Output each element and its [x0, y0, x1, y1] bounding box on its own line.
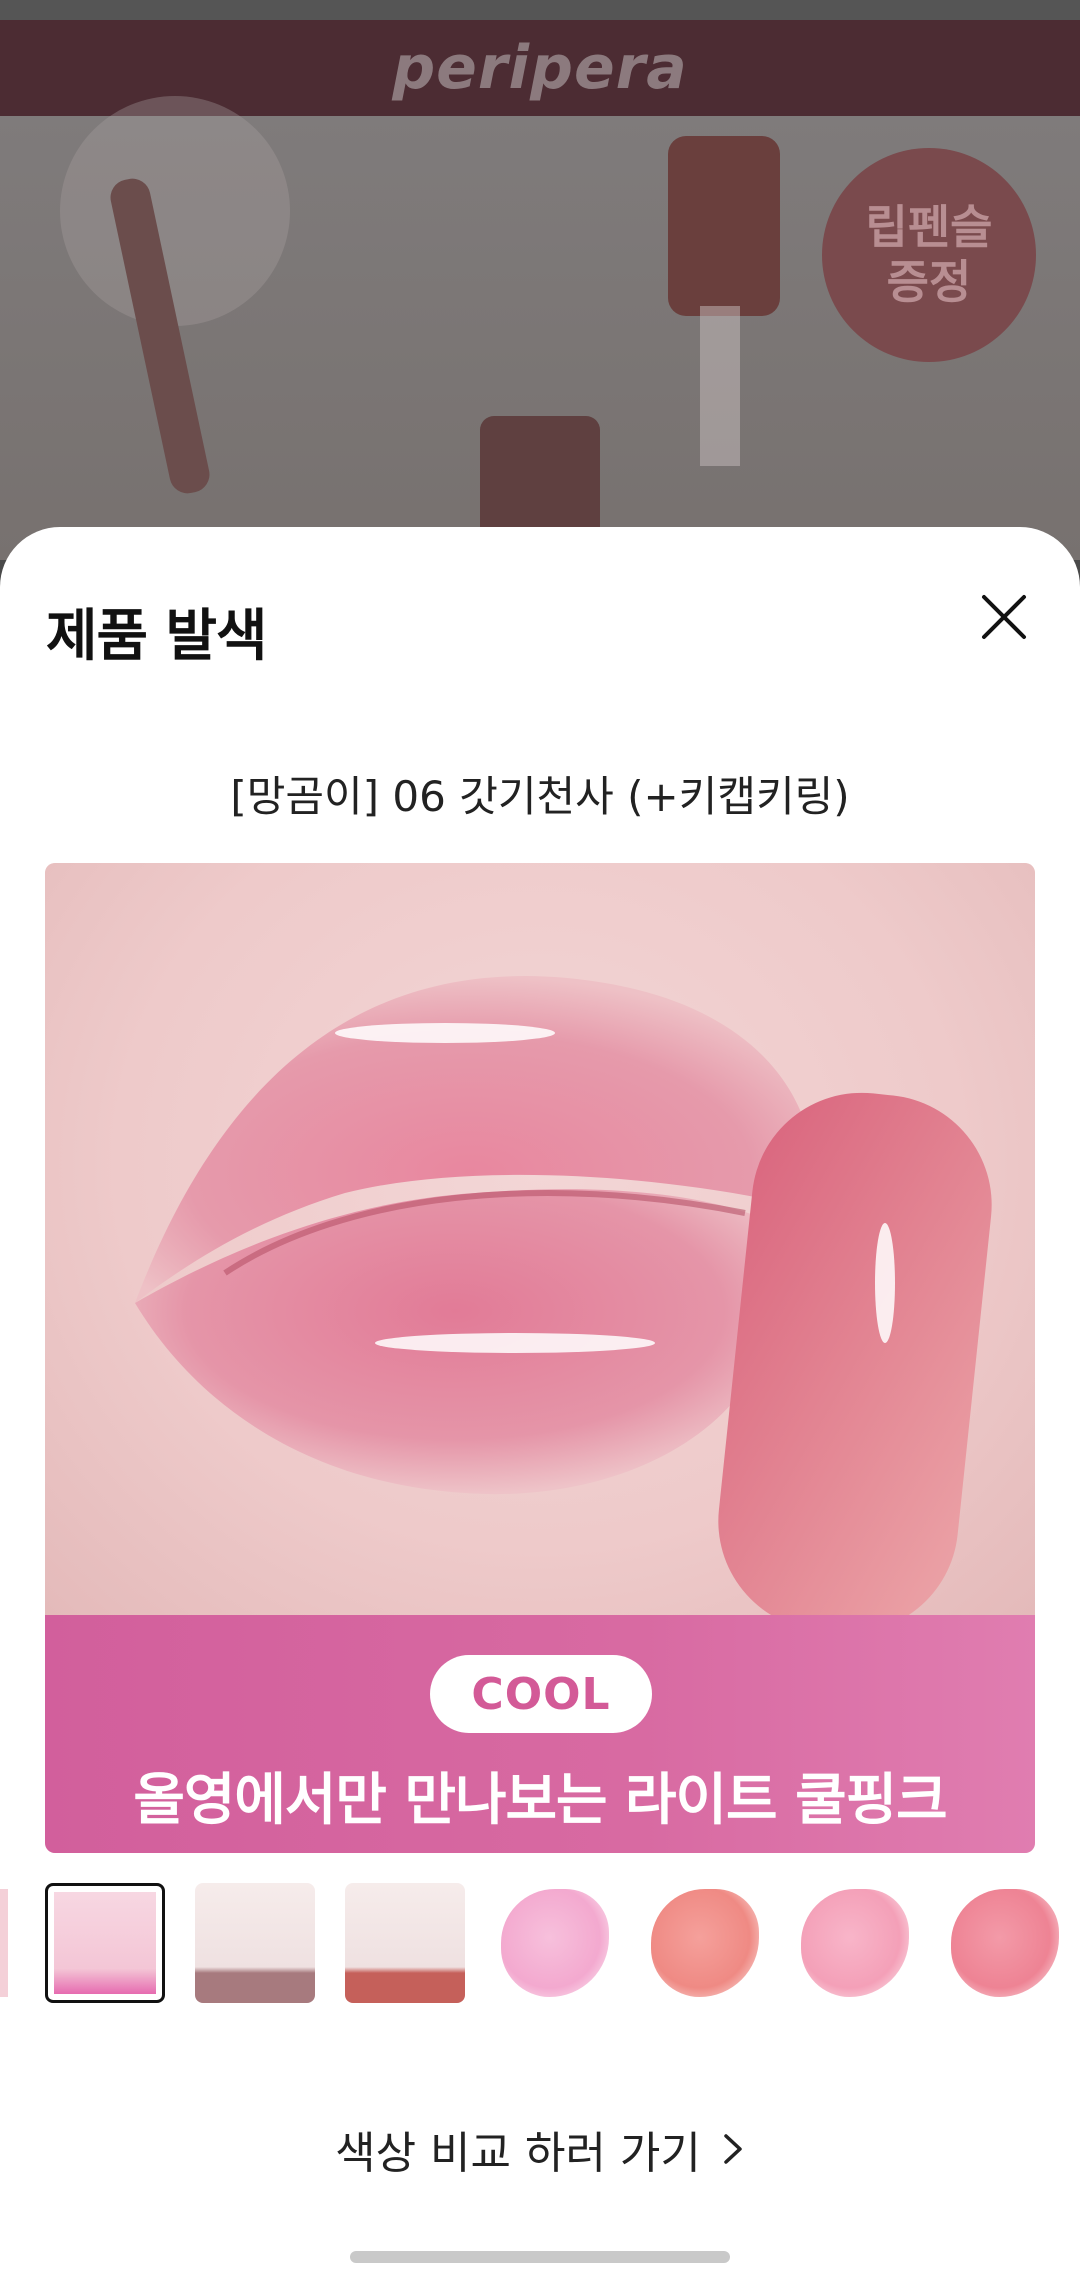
thumbnail-image	[0, 1889, 8, 1997]
thumbnail-item[interactable]	[645, 1883, 765, 2003]
thumbnail-item[interactable]	[795, 1883, 915, 2003]
background-page: peripera 립펜슬 증정	[0, 0, 1080, 560]
compare-colors-link[interactable]: 색상 비교 하러 가기	[0, 2117, 1080, 2181]
thumbnail-item[interactable]	[0, 1883, 14, 2003]
product-name: [망곰이] 06 갓기천사 (+키캡키링)	[230, 772, 850, 821]
close-icon	[982, 595, 1026, 639]
home-indicator[interactable]	[350, 2251, 730, 2263]
thumbnail-strip	[0, 1883, 1080, 2007]
compare-colors-label: 색상 비교 하러 가기	[335, 2128, 701, 2179]
thumbnail-item-selected[interactable]	[45, 1883, 165, 2003]
bubble-decoration	[60, 96, 290, 326]
thumbnail-item[interactable]	[945, 1883, 1065, 2003]
lips-illustration	[135, 976, 992, 1634]
image-caption: 올영에서만 만나보는 라이트 쿨핑크	[133, 1768, 947, 1833]
chevron-right-icon	[724, 2134, 742, 2164]
gift-badge: 립펜슬 증정	[822, 148, 1036, 362]
lip-tint-cap-image	[668, 136, 780, 316]
caption-band: COOL 올영에서만 만나보는 라이트 쿨핑크	[45, 1615, 1035, 1853]
applicator-image	[700, 306, 740, 466]
brand-logo: peripera	[392, 33, 688, 103]
color-swatch-sheet: 제품 발색 [망곰이] 06 갓기천사 (+키캡키링) COOL 올영에서만 만…	[0, 527, 1080, 2279]
thumbnail-image	[501, 1889, 609, 1997]
swatch-main-image: COOL 올영에서만 만나보는 라이트 쿨핑크	[45, 863, 1035, 1853]
thumbnail-image	[651, 1889, 759, 1997]
thumbnail-item[interactable]	[195, 1883, 315, 2003]
gift-badge-text: 립펜슬 증정	[865, 199, 993, 309]
cool-badge: COOL	[430, 1655, 652, 1733]
thumbnail-image	[951, 1889, 1059, 1997]
thumbnail-item[interactable]	[345, 1883, 465, 2003]
thumbnail-item[interactable]	[495, 1883, 615, 2003]
thumbnail-image	[54, 1892, 156, 1994]
thumbnail-image	[345, 1883, 465, 2003]
close-button[interactable]	[972, 585, 1036, 649]
status-strip	[0, 0, 1080, 20]
thumbnail-image	[195, 1883, 315, 2003]
lips-photo	[45, 863, 1035, 1634]
thumbnail-image	[801, 1889, 909, 1997]
sheet-title: 제품 발색	[46, 604, 268, 669]
